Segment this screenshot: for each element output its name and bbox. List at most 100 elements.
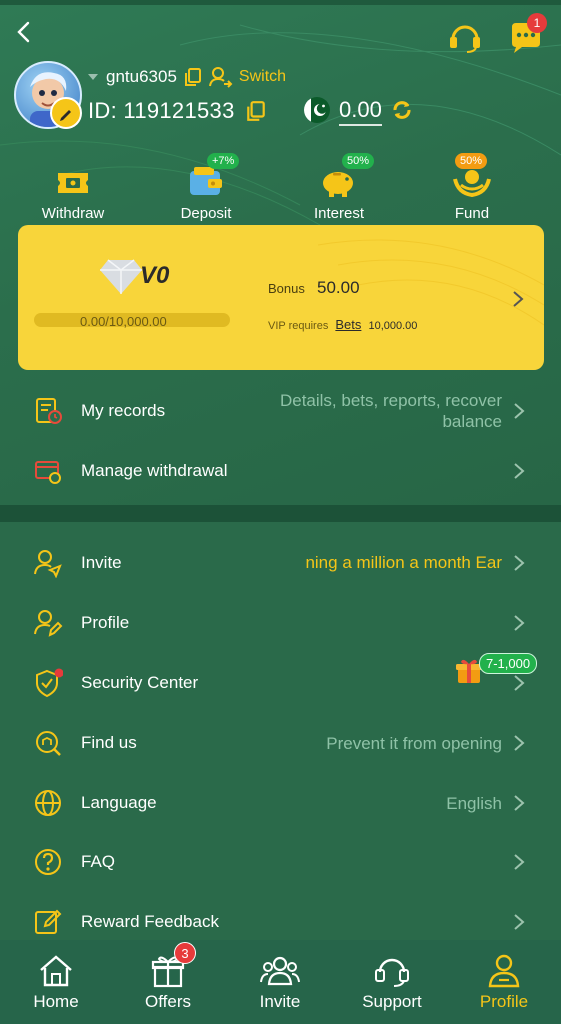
vip-diamond-icon <box>100 259 142 294</box>
invite-promo-marquee: ning a million a month Ear <box>305 553 502 572</box>
user-id: ID: 119121533 <box>88 98 235 123</box>
fund-rate-badge: 50% <box>455 153 488 169</box>
headset-icon[interactable] <box>447 21 483 53</box>
section-divider <box>0 505 561 522</box>
security-reward-range: 7-1,000 <box>479 653 538 674</box>
nav-home[interactable]: Home <box>0 948 112 1012</box>
nav-support-label: Support <box>362 992 422 1011</box>
copy-icon[interactable] <box>183 67 203 87</box>
wallet-balance: 0.00 <box>339 97 382 126</box>
bonus-value: 50.00 <box>317 278 360 297</box>
menu-item-profile[interactable]: Profile <box>0 595 561 651</box>
bets-link[interactable]: Bets <box>335 317 361 332</box>
chevron-right-icon <box>514 854 525 870</box>
deposit-bonus-badge: +7% <box>207 153 240 169</box>
fund-label: Fund <box>454 205 490 222</box>
nav-profile[interactable]: Profile <box>448 948 560 1012</box>
nav-home-label: Home <box>33 992 79 1011</box>
switch-account-icon[interactable] <box>208 66 233 88</box>
nav-invite[interactable]: Invite <box>224 948 336 1012</box>
manage-withdrawal-row[interactable]: Manage withdrawal <box>0 443 561 499</box>
interest-action[interactable]: 50% Interest <box>284 153 394 222</box>
username: gntu6305 <box>106 67 177 86</box>
copy-id-icon[interactable] <box>245 100 267 122</box>
nav-offers-label: Offers <box>145 992 191 1011</box>
withdraw-label: Withdraw <box>41 205 105 222</box>
faq-label: FAQ <box>81 852 116 871</box>
chevron-right-icon <box>514 403 525 419</box>
reward-feedback-label: Reward Feedback <box>81 912 219 931</box>
vip-card[interactable]: V0 0.00/10,000.00 Bonus 50.00 VIP requir… <box>18 225 544 370</box>
menu-item-language[interactable]: Language English <box>0 775 561 831</box>
find-us-icon <box>36 731 61 756</box>
security-center-label: Security Center <box>81 673 199 692</box>
username-row: gntu6305 Switch <box>88 66 286 88</box>
message-badge: 1 <box>527 13 547 33</box>
vip-progress-text: 0.00/10,000.00 <box>80 314 167 329</box>
switch-account-link[interactable]: Switch <box>239 68 286 86</box>
my-records-description-line1: Details, bets, reports, recover <box>279 391 502 410</box>
chevron-right-icon <box>514 795 525 811</box>
invite-user-icon <box>34 550 62 578</box>
account-dropdown-caret-icon[interactable] <box>88 74 98 80</box>
nav-invite-label: Invite <box>259 992 301 1011</box>
edit-avatar-button[interactable] <box>50 97 82 129</box>
my-records-row[interactable]: My records Details, bets, reports, recov… <box>0 383 561 439</box>
back-arrow-icon[interactable] <box>14 21 34 43</box>
chevron-right-icon <box>513 291 524 307</box>
chevron-right-icon <box>514 675 525 691</box>
ticket-icon <box>58 173 88 193</box>
pencil-icon <box>60 110 71 121</box>
menu-item-invite[interactable]: Invite ning a million a month Ear <box>0 535 561 591</box>
vip-level: V0 <box>140 262 170 289</box>
chevron-right-icon <box>514 555 525 571</box>
chevron-right-icon <box>514 735 525 751</box>
interest-rate-badge: 50% <box>342 153 375 169</box>
vip-requires-amount: 10,000.00 <box>368 320 418 332</box>
language-label: Language <box>81 793 157 812</box>
withdraw-action[interactable]: Withdraw <box>18 155 128 222</box>
profile-header: 1 gntu6305 Switch ID: 119121533 0.00 Wit… <box>0 5 561 505</box>
records-icon <box>36 398 62 424</box>
shield-check-icon <box>36 668 63 698</box>
manage-withdrawal-label: Manage withdrawal <box>81 461 228 480</box>
vip-requires-prefix: VIP requires <box>268 320 329 332</box>
invite-label: Invite <box>81 553 122 572</box>
profile-user-icon <box>488 954 520 988</box>
language-value: English <box>446 793 502 813</box>
refresh-balance-icon[interactable] <box>391 99 413 121</box>
nav-support[interactable]: Support <box>336 948 448 1012</box>
menu-item-find-us[interactable]: Find us Prevent it from opening <box>0 715 561 771</box>
find-us-label: Find us <box>81 733 137 752</box>
vip-card-decoration <box>317 239 544 326</box>
chevron-right-icon <box>514 615 525 631</box>
feedback-edit-icon <box>35 909 62 934</box>
interest-label: Interest <box>313 205 365 222</box>
globe-icon <box>35 790 61 816</box>
bonus-label: Bonus <box>268 281 305 296</box>
nav-profile-label: Profile <box>479 992 529 1011</box>
menu-item-faq[interactable]: FAQ <box>0 834 561 890</box>
vip-requirement: VIP requires Bets 10,000.00 <box>268 317 417 332</box>
withdrawal-card-icon <box>35 461 61 484</box>
bottom-nav: Home 3 Offers Invite Support Profile <box>0 940 561 1024</box>
find-us-hint: Prevent it from opening <box>326 733 502 753</box>
my-records-description: Details, bets, reports, recover balance <box>280 390 502 432</box>
chevron-right-icon <box>514 914 525 930</box>
question-circle-icon <box>35 849 61 875</box>
profile-edit-icon <box>34 610 63 637</box>
my-records-label: My records <box>81 401 166 420</box>
fund-action[interactable]: 50% Fund <box>417 153 527 222</box>
offers-badge: 3 <box>174 942 196 964</box>
deposit-action[interactable]: +7% Deposit <box>151 153 261 222</box>
my-records-description-line2: balance <box>442 412 502 431</box>
user-id-row: ID: 119121533 <box>88 97 267 125</box>
chevron-right-icon <box>514 463 525 479</box>
nav-offers[interactable]: 3 Offers <box>112 942 224 1012</box>
headset-icon <box>375 958 409 987</box>
home-icon <box>40 955 72 987</box>
group-users-icon <box>260 956 300 986</box>
profile-label: Profile <box>81 613 130 632</box>
deposit-label: Deposit <box>180 205 232 222</box>
pakistan-flag-icon <box>304 97 330 123</box>
